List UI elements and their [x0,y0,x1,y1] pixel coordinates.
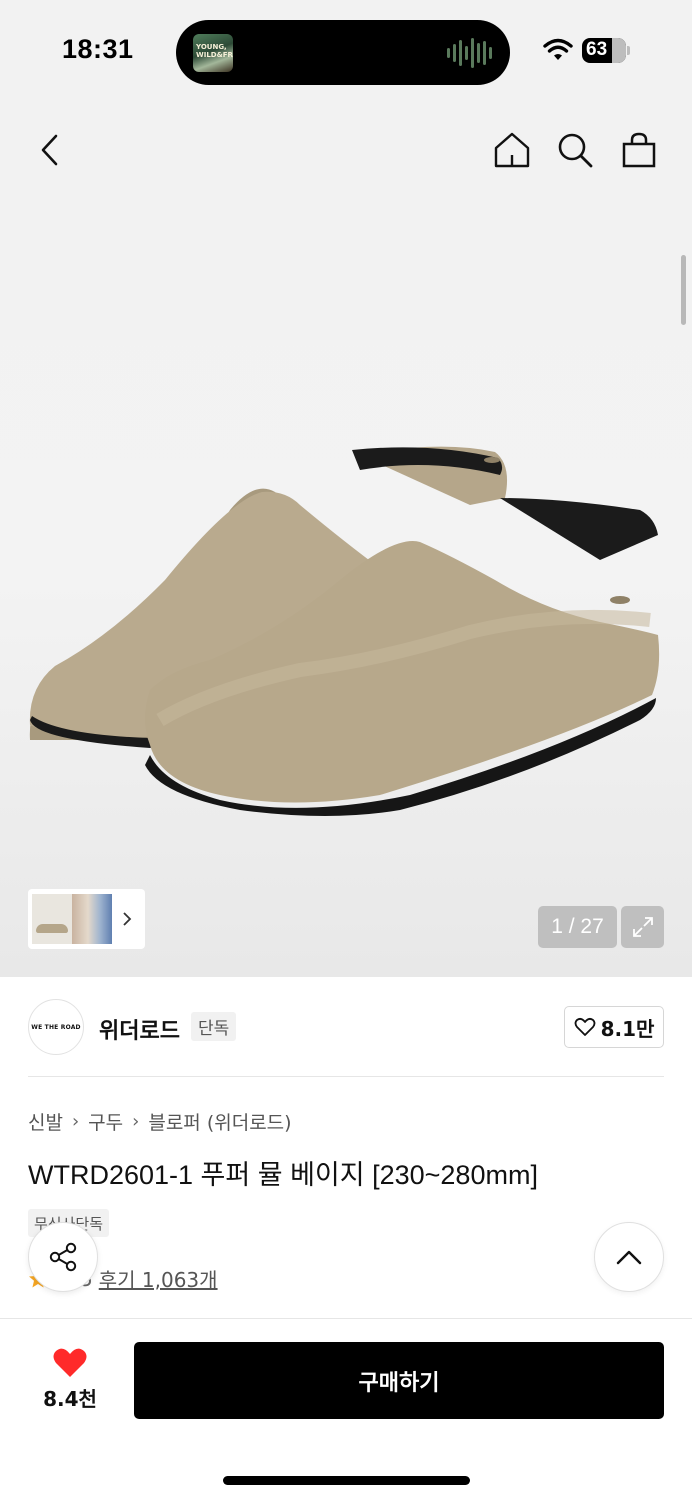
audio-wave-icon [447,38,492,68]
breadcrumb-item[interactable]: 블로퍼 (위더로드) [148,1108,291,1135]
chevron-up-icon [616,1250,642,1265]
search-icon [558,133,593,168]
product-title: WTRD2601-1 푸퍼 뮬 베이지 [230~280mm] [28,1160,538,1190]
home-button[interactable] [490,128,534,172]
breadcrumb-item[interactable]: 구두 [88,1108,123,1135]
thumbnail-strip[interactable] [28,889,145,949]
thumbnail-model[interactable] [72,894,112,944]
heart-filled-icon [53,1348,87,1377]
status-bar: 18:31 YOUNG, WILD&FREE 63 [0,0,692,100]
brand-name[interactable]: 위더로드 [99,1013,180,1045]
brand-logo[interactable]: WE THE ROAD [28,999,84,1055]
breadcrumb-item[interactable]: 신발 [28,1108,63,1135]
scroll-top-button[interactable] [594,1222,664,1292]
battery-tip [627,46,630,55]
cart-icon [622,132,656,168]
cart-button[interactable] [617,128,661,172]
brand-like-button[interactable]: 8.1만 [564,1006,664,1048]
purchase-bar: 8.4천 구매하기 [0,1318,692,1500]
expand-button[interactable] [621,906,664,948]
brand-exclusive-badge: 단독 [191,1012,237,1041]
home-indicator[interactable] [223,1476,470,1485]
now-playing-artwork: YOUNG, WILD&FREE [193,34,233,72]
buy-button[interactable]: 구매하기 [134,1342,664,1419]
review-link[interactable]: 후기 1,063개 [99,1264,218,1293]
share-button[interactable] [28,1222,98,1292]
home-icon [494,132,530,168]
now-playing-art-text: YOUNG, WILD&FREE [196,43,233,59]
divider [28,1076,664,1077]
product-image [29,446,660,816]
battery-percent: 63 [586,39,608,60]
chevron-right-icon: › [132,1111,140,1132]
product-gallery[interactable]: 1 / 27 [0,100,692,977]
chevron-right-icon: › [71,1111,80,1132]
back-button[interactable] [28,128,72,172]
dynamic-island[interactable]: YOUNG, WILD&FREE [176,20,510,85]
image-counter: 1 / 27 [538,906,617,948]
share-icon [49,1242,77,1272]
thumbnail-product[interactable] [32,894,72,944]
search-button[interactable] [553,128,597,172]
breadcrumb: 신발 › 구두 › 블로퍼 (위더로드) [28,1108,292,1135]
heart-outline-icon [574,1017,595,1036]
wishlist-count: 8.4천 [43,1387,97,1411]
brand-like-count: 8.1만 [600,1016,655,1041]
chevron-right-icon [123,912,132,926]
back-icon [41,134,58,166]
battery-icon: 63 [582,38,626,63]
expand-icon [632,917,653,937]
clock: 18:31 [62,34,134,64]
wishlist-button[interactable]: 8.4천 [28,1347,112,1412]
brand-row[interactable]: WE THE ROAD 위더로드 단독 8.1만 [0,977,692,1077]
wifi-icon [543,38,573,60]
page-scrollbar[interactable] [681,255,686,325]
